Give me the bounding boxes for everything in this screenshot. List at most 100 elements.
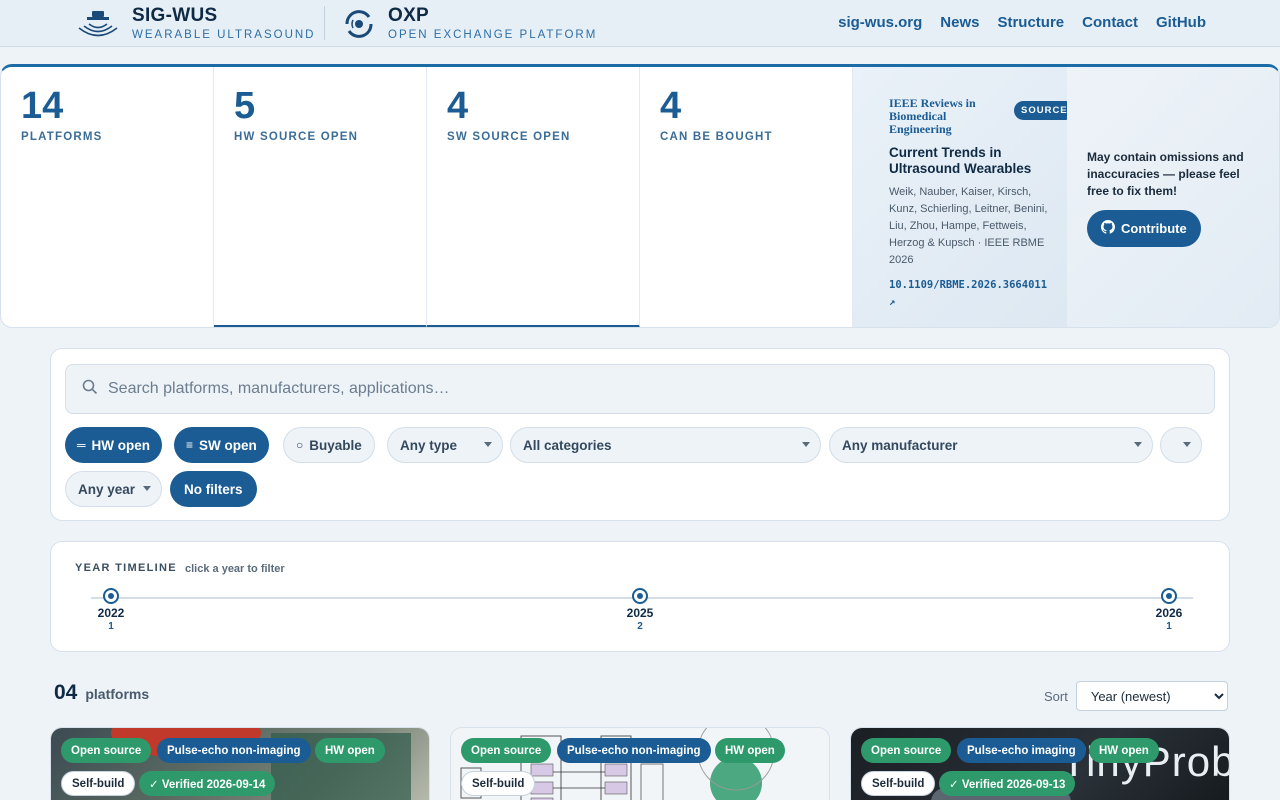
nav-link-structure[interactable]: Structure: [997, 14, 1064, 31]
brand-subtitle: WEARABLE ULTRASOUND: [132, 29, 316, 41]
tag-category: Pulse-echo non-imaging: [157, 738, 311, 763]
contribute-label: Contribute: [1121, 221, 1187, 236]
tag-open-source: Open source: [61, 738, 152, 763]
sig-wus-brand[interactable]: SIG-WUS WEARABLE ULTRASOUND: [74, 4, 315, 44]
oxp-brand[interactable]: OXP OPEN EXCHANGE PLATFORM: [340, 4, 597, 44]
timeline-year-2025[interactable]: 2025 2: [610, 588, 670, 632]
brand-title: OXP: [388, 5, 430, 26]
platform-card[interactable]: Open source Pulse-echo non-imaging HW op…: [50, 727, 430, 800]
tag-self-build: Self-build: [61, 771, 136, 796]
stats-panel: 14 PLATFORMS 5 HW SOURCE OPEN 4 SW SOURC…: [0, 64, 1280, 328]
chevron-down-icon: [1134, 442, 1142, 447]
timeline-dot: [1161, 588, 1177, 604]
select-value: Any type: [400, 437, 458, 453]
chip-label: Buyable: [309, 437, 362, 453]
brand-title: SIG-WUS: [132, 5, 218, 26]
stat-label: SW SOURCE OPEN: [447, 131, 571, 143]
tag-self-build: Self-build: [461, 771, 536, 796]
results-number: 04: [54, 681, 78, 704]
timeline-year-2022[interactable]: 2022 1: [81, 588, 141, 632]
timeline-dot: [632, 588, 648, 604]
chevron-down-icon: [143, 486, 151, 491]
tag-open-source: Open source: [461, 738, 552, 763]
timeline-year: 2025: [626, 606, 654, 620]
stat-label: HW SOURCE OPEN: [234, 131, 359, 143]
chip-label: No filters: [184, 481, 243, 497]
circle-icon: ○: [296, 438, 304, 452]
brand-subtitle: OPEN EXCHANGE PLATFORM: [388, 29, 598, 41]
tag-self-build: Self-build: [861, 771, 936, 796]
sort-select[interactable]: Year (newest): [1075, 681, 1228, 711]
category-select[interactable]: All categories: [510, 427, 821, 463]
chip-label: SW open: [199, 437, 257, 453]
paper-authors: Weik, Nauber, Kaiser, Kirsch, Kunz, Schi…: [889, 186, 1048, 266]
timeline-year-2026[interactable]: 2026 1: [1139, 588, 1199, 632]
filter-panel: ═ HW open ≡ SW open ○ Buyable Any type A…: [50, 348, 1230, 521]
timeline-year: 2026: [1155, 606, 1183, 620]
timeline-hint: click a year to filter: [185, 563, 285, 575]
stat-value: 4: [447, 85, 469, 127]
no-filters-button[interactable]: No filters: [170, 471, 257, 507]
tag-category: Pulse-echo non-imaging: [557, 738, 711, 763]
results-label: platforms: [85, 686, 150, 702]
search-input[interactable]: [108, 380, 1108, 398]
year-timeline: YEAR TIMELINE click a year to filter 202…: [50, 541, 1230, 652]
timeline-title: YEAR TIMELINE: [75, 562, 177, 574]
paper-doi-link[interactable]: 10.1109/RBME.2026.3664011 ↗: [889, 277, 1055, 311]
ultrasound-logo-icon: [74, 5, 122, 43]
chip-label: HW open: [91, 437, 151, 453]
nav-link-contact[interactable]: Contact: [1082, 14, 1138, 31]
main-nav: sig-wus.org News Structure Contact GitHu…: [838, 14, 1206, 31]
results-count: 04 platforms: [54, 681, 149, 705]
tag-category: Pulse-echo imaging: [957, 738, 1086, 763]
tag-verified: ✓ Verified 2026-09-14: [139, 771, 276, 796]
buyable-filter[interactable]: ○ Buyable: [283, 427, 375, 463]
search-icon: [82, 379, 98, 400]
manufacturer-select[interactable]: Any manufacturer: [829, 427, 1153, 463]
select-value: All categories: [523, 437, 612, 453]
source-paper-card: IEEE Reviews in Biomedical Engineering S…: [853, 67, 1075, 327]
search-box[interactable]: [65, 364, 1215, 414]
journal-name: IEEE Reviews in Biomedical Engineering: [889, 96, 976, 136]
timeline-count: 1: [108, 621, 114, 632]
nav-link-news[interactable]: News: [940, 14, 979, 31]
platform-card[interactable]: Open source Pulse-echo non-imaging HW op…: [450, 727, 830, 800]
contribute-message: May contain omissions and inaccuracies —…: [1087, 150, 1244, 198]
platform-card[interactable]: TinyProbe Open source Pulse-echo imaging…: [850, 727, 1230, 800]
stat-label: CAN BE BOUGHT: [660, 131, 773, 143]
sort-label: Sort: [1044, 688, 1068, 704]
stat-buyable[interactable]: 4 CAN BE BOUGHT: [640, 67, 853, 327]
brand-divider: [324, 6, 325, 40]
contribute-card: May contain omissions and inaccuracies —…: [1067, 67, 1279, 327]
tag-hw-open: HW open: [715, 738, 785, 763]
stat-value: 14: [21, 85, 64, 127]
source-badge: SOURCE: [1014, 101, 1075, 120]
year-select[interactable]: Any year: [65, 471, 162, 507]
type-select[interactable]: Any type: [387, 427, 503, 463]
paper-title: Current Trends in Ultrasound Wearables: [889, 145, 1032, 176]
stat-value: 5: [234, 85, 256, 127]
select-value: Any manufacturer: [842, 437, 958, 453]
contribute-button[interactable]: Contribute: [1087, 210, 1201, 247]
stat-sw-open[interactable]: 4 SW SOURCE OPEN: [427, 67, 640, 327]
chevron-down-icon: [484, 442, 492, 447]
timeline-count: 1: [1166, 621, 1172, 632]
nav-link-sig-wus[interactable]: sig-wus.org: [838, 14, 922, 31]
menu-icon: ≡: [186, 438, 194, 452]
stat-value: 4: [660, 85, 682, 127]
sw-open-filter[interactable]: ≡ SW open: [174, 427, 269, 463]
nav-link-github[interactable]: GitHub: [1156, 14, 1206, 31]
stat-label: PLATFORMS: [21, 131, 103, 143]
tag-verified: ✓ Verified 2026-09-13: [939, 771, 1076, 796]
stat-platforms[interactable]: 14 PLATFORMS: [1, 67, 214, 327]
stat-hw-open[interactable]: 5 HW SOURCE OPEN: [214, 67, 427, 327]
extra-select[interactable]: [1160, 427, 1202, 463]
timeline-year: 2022: [97, 606, 125, 620]
tag-hw-open: HW open: [1089, 738, 1159, 763]
hw-open-filter[interactable]: ═ HW open: [65, 427, 163, 463]
select-value: Any year: [78, 481, 136, 497]
exchange-logo-icon: [340, 5, 378, 43]
tag-hw-open: HW open: [315, 738, 385, 763]
sort-control: Sort Year (newest): [1044, 681, 1228, 711]
equals-icon: ═: [77, 438, 86, 452]
